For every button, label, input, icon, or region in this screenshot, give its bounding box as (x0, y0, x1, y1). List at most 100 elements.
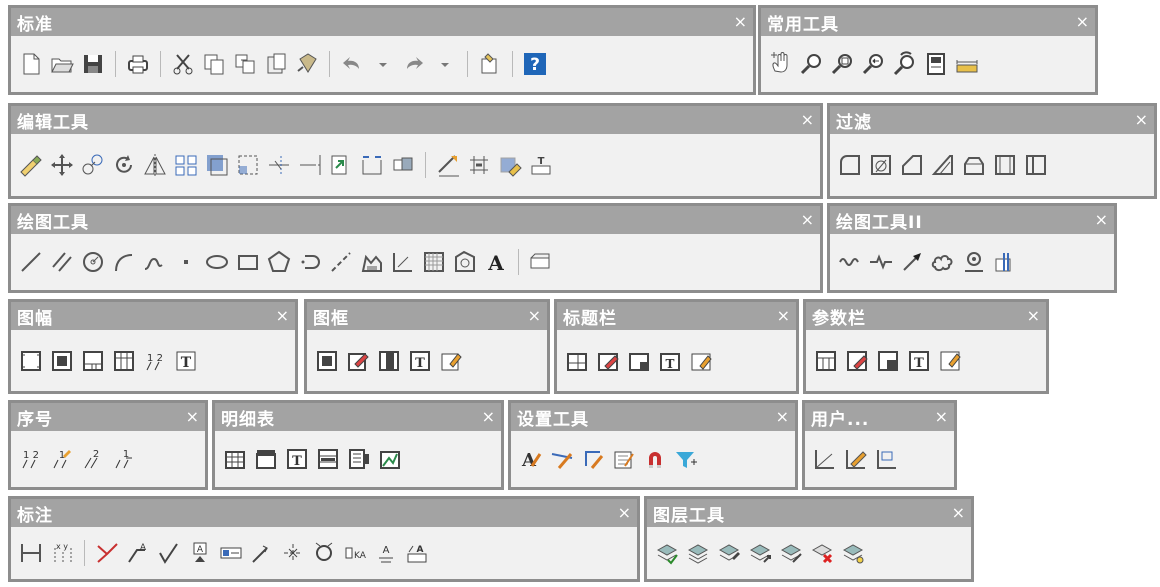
corner-icon[interactable] (1022, 151, 1050, 179)
close-icon[interactable]: × (952, 505, 965, 521)
close-icon[interactable]: × (618, 505, 631, 521)
cut-icon[interactable] (169, 50, 197, 78)
align-icon[interactable] (465, 151, 493, 179)
close-icon[interactable]: × (777, 308, 790, 324)
chamfer-line-icon[interactable] (898, 151, 926, 179)
wave-line-icon[interactable] (836, 248, 864, 276)
label-dim-icon[interactable]: KA (341, 539, 369, 567)
match-properties-icon[interactable] (293, 50, 321, 78)
border-insert-icon[interactable] (313, 347, 341, 375)
tolerance-icon[interactable] (217, 539, 245, 567)
toolbar-title[interactable]: 明细表 × (215, 403, 501, 431)
frame-titlebar-icon[interactable] (79, 347, 107, 375)
hatch-icon[interactable] (358, 248, 386, 276)
toolbar-title[interactable]: 图层工具 × (647, 499, 971, 527)
break-icon[interactable] (358, 151, 386, 179)
serial-edit-icon[interactable]: 1 (48, 445, 76, 473)
slot-icon[interactable] (296, 248, 324, 276)
close-icon[interactable]: × (734, 14, 747, 30)
extend-icon[interactable] (296, 151, 324, 179)
parallel-line-icon[interactable] (48, 248, 76, 276)
params-insert-icon[interactable] (812, 347, 840, 375)
zoom-realtime-icon[interactable] (798, 50, 826, 78)
explode-icon[interactable] (389, 151, 417, 179)
print-icon[interactable] (124, 50, 152, 78)
datum-icon[interactable]: A (186, 539, 214, 567)
toolbar-title[interactable]: 编辑工具 × (11, 106, 820, 134)
toolbar-title[interactable]: 标注 × (11, 499, 637, 527)
user-angle-icon[interactable] (811, 445, 839, 473)
close-icon[interactable]: × (801, 112, 814, 128)
table-style-icon[interactable] (610, 445, 638, 473)
border-attr-icon[interactable] (437, 347, 465, 375)
frame-size-icon[interactable] (17, 347, 45, 375)
zoom-window-icon[interactable] (829, 50, 857, 78)
polygon-icon[interactable] (265, 248, 293, 276)
detail-export-icon[interactable] (345, 445, 373, 473)
detail-header-icon[interactable] (252, 445, 280, 473)
properties-icon[interactable] (922, 50, 950, 78)
region-icon[interactable] (451, 248, 479, 276)
roughness-icon[interactable] (155, 539, 183, 567)
line-icon[interactable] (17, 248, 45, 276)
arc-icon[interactable] (110, 248, 138, 276)
leader-style-icon[interactable] (579, 445, 607, 473)
border-text-icon[interactable]: T (406, 347, 434, 375)
layer-match-icon[interactable] (777, 539, 805, 567)
toolbar-title[interactable]: 参数栏 × (806, 302, 1046, 330)
magnet-icon[interactable] (641, 445, 669, 473)
nut-icon[interactable] (960, 248, 988, 276)
toolbar-title[interactable]: 标准 × (11, 8, 753, 36)
close-icon[interactable]: × (1076, 14, 1089, 30)
measure-icon[interactable] (953, 50, 981, 78)
serial-renumber-icon[interactable]: 1 (110, 445, 138, 473)
double-chamfer-icon[interactable] (929, 151, 957, 179)
open-folder-icon[interactable] (48, 50, 76, 78)
detail-table-icon[interactable] (221, 445, 249, 473)
user-angle-edit-icon[interactable] (842, 445, 870, 473)
frame-border-icon[interactable] (48, 347, 76, 375)
design-center-icon[interactable] (476, 50, 504, 78)
layer-manager-icon[interactable] (653, 539, 681, 567)
layer-state-icon[interactable] (684, 539, 712, 567)
mirror-icon[interactable] (141, 151, 169, 179)
detail-text-icon[interactable]: T (283, 445, 311, 473)
redo-icon[interactable] (400, 50, 428, 78)
dimension-icon[interactable] (389, 248, 417, 276)
match-icon[interactable] (496, 151, 524, 179)
spline-icon[interactable] (141, 248, 169, 276)
point-icon[interactable] (172, 248, 200, 276)
boundary-icon[interactable] (420, 248, 448, 276)
toolbar-title[interactable]: 绘图工具II × (830, 206, 1114, 234)
copy-icon[interactable] (200, 50, 228, 78)
dim-style-icon[interactable] (548, 445, 576, 473)
internal-fillet-icon[interactable] (991, 151, 1019, 179)
fillet-icon[interactable] (836, 151, 864, 179)
chamfer-icon[interactable] (867, 151, 895, 179)
help-icon[interactable]: ? (521, 50, 549, 78)
arrow-icon[interactable] (898, 248, 926, 276)
toolbar-title[interactable]: 图框 × (307, 302, 547, 330)
frame-serial-icon[interactable]: 1 2 (141, 347, 169, 375)
layer-move-icon[interactable] (746, 539, 774, 567)
zoom-previous-icon[interactable] (860, 50, 888, 78)
hole-dim-icon[interactable] (310, 539, 338, 567)
toolbar-title[interactable]: 用户... × (805, 403, 954, 431)
cloud-icon[interactable] (929, 248, 957, 276)
redo-dropdown-icon[interactable] (431, 50, 459, 78)
params-fill-icon[interactable] (874, 347, 902, 375)
titlebar-insert-icon[interactable] (563, 347, 591, 375)
zoom-all-icon[interactable] (891, 50, 919, 78)
detail-fill-icon[interactable] (314, 445, 342, 473)
chamfer-dim-icon[interactable] (248, 539, 276, 567)
scale-icon[interactable] (234, 151, 262, 179)
detail-import-icon[interactable] (376, 445, 404, 473)
titlebar-text-icon[interactable]: T (656, 347, 684, 375)
close-icon[interactable]: × (1095, 212, 1108, 228)
break-line-icon[interactable] (867, 248, 895, 276)
layer-delete-icon[interactable] (808, 539, 836, 567)
attribute-edit-icon[interactable]: T (527, 151, 555, 179)
copy-object-icon[interactable] (79, 151, 107, 179)
border-table-icon[interactable] (375, 347, 403, 375)
round-top-icon[interactable] (960, 151, 988, 179)
